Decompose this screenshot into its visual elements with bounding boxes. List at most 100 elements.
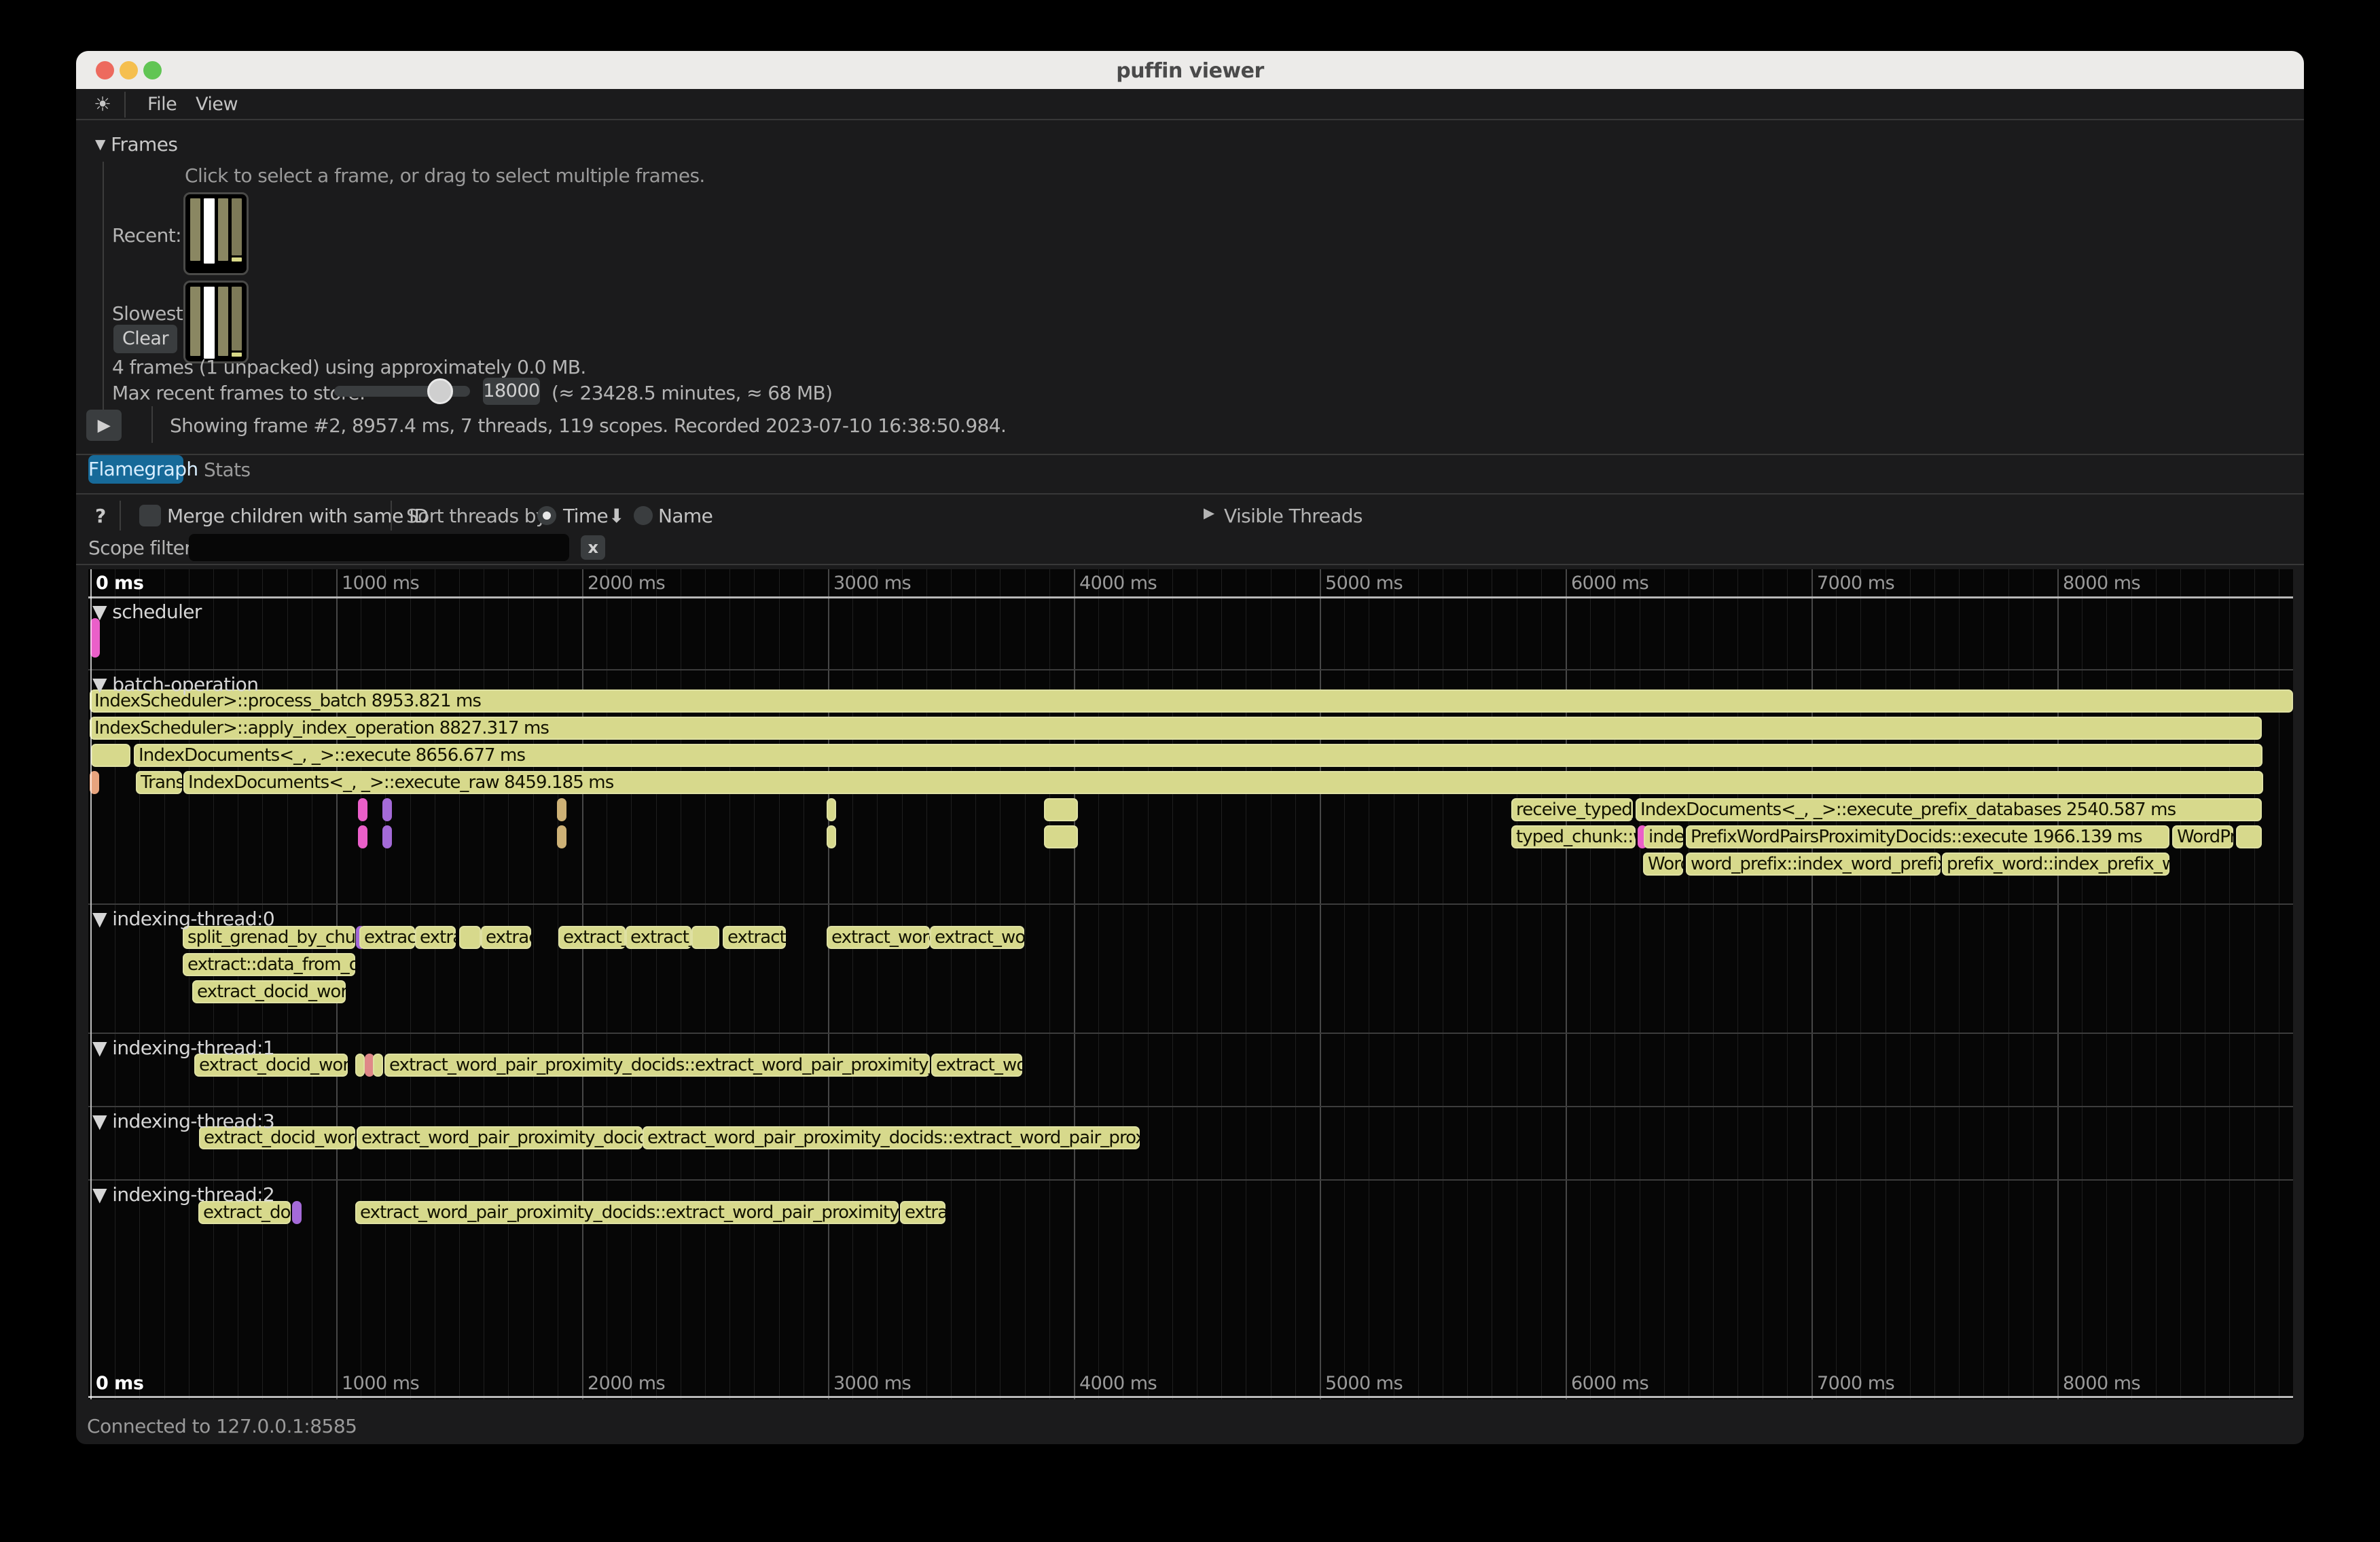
scope-bar-small[interactable]: [292, 1201, 302, 1224]
scope-bar-small[interactable]: [1044, 798, 1078, 821]
axis-tick-label: 4000 ms: [1079, 573, 1157, 594]
scope-bar[interactable]: IndexDocuments<_, _>::execute_prefix_dat…: [1636, 798, 2262, 821]
menu-item-view[interactable]: View: [196, 94, 238, 115]
scope-bar[interactable]: IndexDocuments<_, _>::execute 8656.677 m…: [134, 744, 2262, 767]
sort-direction-arrow-icon[interactable]: ⬇: [609, 505, 624, 527]
scope-bar[interactable]: extrac: [481, 926, 531, 949]
scope-bar-small[interactable]: [382, 798, 392, 821]
scope-bar-small[interactable]: [373, 1054, 383, 1077]
scope-bar-small[interactable]: [91, 744, 130, 767]
thread-header-scheduler[interactable]: ▼ scheduler: [92, 600, 202, 623]
scope-bar[interactable]: extract: [359, 926, 415, 949]
flamegraph-canvas[interactable]: 0 ms0 ms1000 ms1000 ms2000 ms2000 ms3000…: [88, 569, 2293, 1399]
frame-bar[interactable]: [190, 198, 200, 261]
clear-filter-button[interactable]: x: [581, 535, 605, 560]
frames-section-header[interactable]: ▼ Frames: [95, 133, 177, 156]
recent-frames-thumbnail[interactable]: [183, 192, 249, 275]
max-frames-value[interactable]: 18000: [483, 378, 540, 405]
max-frames-slider-knob[interactable]: [427, 378, 453, 404]
frame-bar-selected[interactable]: [204, 198, 214, 264]
axis-tick-label: 1000 ms: [342, 573, 419, 594]
scope-bar[interactable]: WordPr: [2172, 825, 2233, 848]
slowest-frames-thumbnail[interactable]: [183, 281, 249, 363]
thread-header-indexing-thread:3[interactable]: ▼ indexing-thread:3: [92, 1110, 274, 1132]
scope-bar[interactable]: extract::data_from_ob: [183, 953, 355, 976]
tab-stats[interactable]: Stats: [204, 459, 250, 481]
axis-tick-label: 8000 ms: [2063, 573, 2140, 594]
menu-item-file[interactable]: File: [147, 94, 177, 115]
scope-bar[interactable]: extract_wo: [931, 1054, 1022, 1077]
scope-bar[interactable]: IndexDocuments<_, _>::execute_raw 8459.1…: [183, 771, 2263, 794]
scope-bar[interactable]: typed_chunk::w: [1511, 825, 1636, 848]
scope-bar[interactable]: IndexScheduler>::process_batch 8953.821 …: [90, 689, 2293, 713]
scope-bar[interactable]: index: [1644, 825, 1683, 848]
clear-button[interactable]: Clear: [113, 325, 177, 353]
scope-bar-small[interactable]: [382, 825, 392, 848]
scope-bar-small[interactable]: [557, 798, 566, 821]
scope-filter-input[interactable]: [189, 534, 569, 561]
scope-bar[interactable]: extra: [415, 926, 456, 949]
scope-bar-small[interactable]: [358, 825, 367, 848]
scope-bar-small[interactable]: [2236, 825, 2262, 848]
scope-bar[interactable]: extrac: [900, 1201, 945, 1224]
tab-flamegraph[interactable]: Flamegraph: [88, 455, 183, 484]
menu-divider: [124, 92, 126, 118]
visible-threads-toggle[interactable]: Visible Threads: [1224, 505, 1363, 527]
axis-tick-label: 5000 ms: [1325, 1373, 1403, 1394]
scope-bar-small[interactable]: [691, 926, 719, 949]
thread-header-indexing-thread:2[interactable]: ▼ indexing-thread:2: [92, 1183, 274, 1206]
axis-tick-label: 7000 ms: [1817, 573, 1894, 594]
scope-bar-small[interactable]: [459, 926, 481, 949]
scope-bar[interactable]: extract_: [558, 926, 626, 949]
thread-separator: [88, 1106, 2293, 1107]
frame-bar[interactable]: [232, 287, 242, 357]
frame-bar[interactable]: [218, 287, 228, 356]
scope-bar[interactable]: receive_typed_: [1511, 798, 1633, 821]
title-bar: puffin viewer: [76, 51, 2304, 89]
sort-time-radio[interactable]: [537, 506, 556, 525]
sort-name-label[interactable]: Name: [658, 505, 713, 527]
frame-bar-selected[interactable]: [204, 287, 214, 359]
frame-bar[interactable]: [218, 198, 228, 261]
sun-icon[interactable]: ☀: [94, 92, 111, 115]
scope-bar[interactable]: word_prefix::index_word_prefix_: [1686, 853, 1941, 876]
scope-bar[interactable]: extract_docid_word: [192, 980, 346, 1003]
separator: [76, 454, 2304, 455]
scope-bar-small[interactable]: [358, 798, 367, 821]
frame-bar[interactable]: [190, 287, 200, 356]
axis-tick-label: 0 ms: [96, 573, 143, 594]
sort-time-label[interactable]: Time: [563, 505, 608, 527]
scope-bar-small[interactable]: [557, 825, 566, 848]
scope-bar[interactable]: extract_: [626, 926, 691, 949]
app-window: puffin viewer ☀ File View ▼ Frames Click…: [76, 51, 2304, 1444]
scope-bar[interactable]: extract_word_pair_proximity_docids: [357, 1126, 643, 1149]
scope-bar[interactable]: extract_word_pair_proximity_docids::extr…: [384, 1054, 930, 1077]
scope-bar-small[interactable]: [827, 798, 836, 821]
scope-bar[interactable]: extract_wo: [930, 926, 1024, 949]
thread-header-indexing-thread:1[interactable]: ▼ indexing-thread:1: [92, 1037, 274, 1059]
scope-bar[interactable]: extract_word_pair_proximity_docids::extr…: [643, 1126, 1140, 1149]
visible-threads-triangle-icon[interactable]: ▶: [1204, 505, 1214, 521]
scope-bar-small[interactable]: [355, 1054, 365, 1077]
scope-bar[interactable]: prefix_word::index_prefix_wo: [1942, 853, 2169, 876]
scope-bar-small[interactable]: [90, 618, 100, 658]
scope-bar[interactable]: extract_word_pair_proximity_docids::extr…: [355, 1201, 899, 1224]
axis-tick-label: 3000 ms: [833, 1373, 911, 1394]
scope-bar-small[interactable]: [1044, 825, 1078, 848]
scope-bar[interactable]: Word: [1643, 853, 1683, 876]
thread-header-indexing-thread:0[interactable]: ▼ indexing-thread:0: [92, 908, 274, 930]
merge-children-checkbox[interactable]: [139, 505, 161, 526]
frame-bar[interactable]: [232, 198, 242, 269]
thread-header-batch-operation[interactable]: ▼ batch-operation: [92, 673, 258, 696]
help-button[interactable]: ?: [95, 505, 106, 527]
scope-bar-small[interactable]: [827, 825, 836, 848]
scope-bar[interactable]: IndexScheduler>::apply_index_operation 8…: [90, 717, 2262, 740]
scope-bar[interactable]: extract: [723, 926, 786, 949]
play-button[interactable]: ▶: [86, 410, 122, 441]
axis-tick-label: 0 ms: [96, 1373, 143, 1394]
sort-name-radio[interactable]: [634, 506, 653, 525]
scope-bar[interactable]: extract_word: [827, 926, 930, 949]
axis-tick-label: 8000 ms: [2063, 1373, 2140, 1394]
scope-bar[interactable]: PrefixWordPairsProximityDocids::execute …: [1686, 825, 2169, 848]
scope-bar[interactable]: Trans: [136, 771, 182, 794]
